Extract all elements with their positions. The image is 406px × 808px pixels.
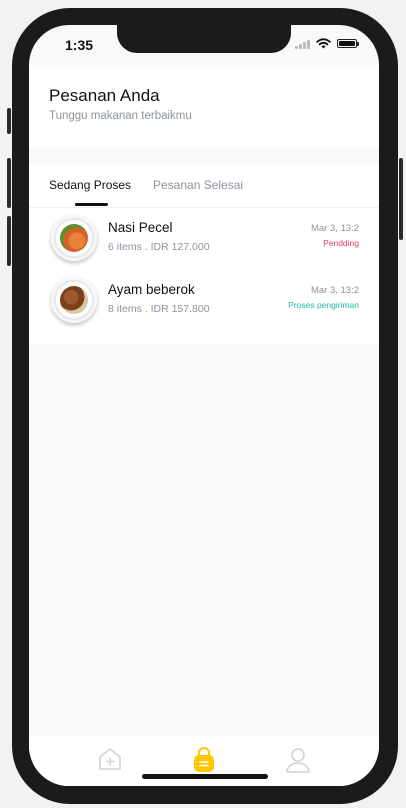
page-header: Pesanan Anda Tunggu makanan terbaikmu <box>29 65 379 147</box>
home-plus-icon[interactable] <box>97 746 123 772</box>
food-image <box>51 277 97 323</box>
active-tab-indicator <box>75 203 108 206</box>
page-title: Pesanan Anda <box>49 86 160 105</box>
order-date: Mar 3, 13:2 <box>310 285 359 296</box>
profile-icon[interactable] <box>285 746 311 774</box>
page-subtitle: Tunggu makanan terbaikmu <box>49 110 192 122</box>
tab-in-progress[interactable]: Sedang Proses <box>49 178 131 192</box>
order-item[interactable]: Nasi Pecel 6 items . IDR 127.000 Mar 3, … <box>29 208 379 270</box>
order-bag-icon[interactable] <box>191 746 217 774</box>
wifi-icon <box>316 38 331 49</box>
volume-up-button <box>7 158 11 208</box>
home-indicator <box>142 774 268 779</box>
mute-switch <box>7 108 11 134</box>
order-meta: 8 items . IDR 157.800 <box>108 303 210 315</box>
order-list: Nasi Pecel 6 items . IDR 127.000 Mar 3, … <box>29 208 379 344</box>
order-name: Ayam beberok <box>108 282 195 297</box>
order-status: Pendding <box>323 238 359 248</box>
volume-down-button <box>7 216 11 266</box>
tab-completed[interactable]: Pesanan Selesai <box>153 178 243 192</box>
order-name: Nasi Pecel <box>108 220 173 235</box>
order-item[interactable]: Ayam beberok 8 items . IDR 157.800 Mar 3… <box>29 270 379 332</box>
notch <box>117 25 291 53</box>
order-status: Proses pengiriman <box>288 300 359 310</box>
order-meta: 6 items . IDR 127.000 <box>108 241 210 253</box>
status-icons <box>295 38 359 49</box>
app-screen: 1:35 Pesanan Anda Tunggu makanan terbaik… <box>29 25 379 786</box>
food-image <box>51 215 97 261</box>
order-date: Mar 3, 13:2 <box>310 223 359 234</box>
signal-icon <box>295 39 310 49</box>
order-tabs: Sedang Proses Pesanan Selesai <box>29 165 379 208</box>
battery-icon <box>337 39 359 48</box>
power-button <box>399 158 403 240</box>
status-time: 1:35 <box>65 37 94 53</box>
